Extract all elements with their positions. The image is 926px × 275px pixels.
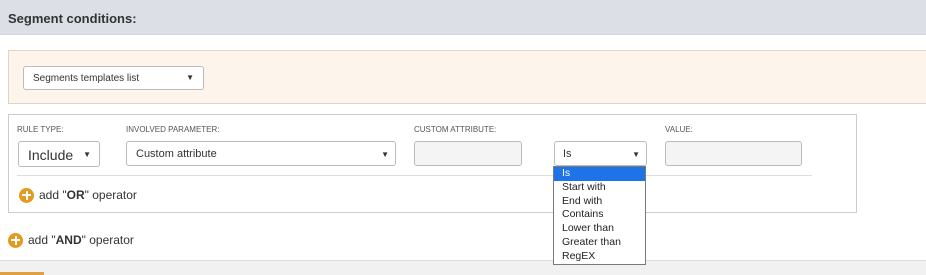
operator-select-value: Is [563, 148, 572, 160]
add-or-operator-button[interactable]: add "OR" operator [19, 186, 137, 204]
section-title: Segment conditions: [8, 11, 137, 26]
add-and-operator-label: add "AND" operator [28, 233, 134, 247]
rule-panel: RULE TYPE: INVOLVED PARAMETER: CUSTOM AT… [8, 114, 857, 213]
value-column-label: VALUE: [665, 125, 693, 134]
chevron-down-icon: ▼ [186, 73, 194, 82]
custom-attribute-column-label: CUSTOM ATTRIBUTE: [414, 125, 497, 134]
operator-dropdown-list: Is Start with End with Contains Lower th… [553, 166, 646, 265]
plus-circle-icon [19, 187, 34, 203]
operator-option[interactable]: Greater than [554, 236, 645, 250]
segments-templates-select[interactable]: Segments templates list ▼ [23, 66, 204, 90]
operator-option[interactable]: Lower than [554, 222, 645, 236]
chevron-down-icon: ▼ [83, 150, 91, 159]
involved-parameter-column-label: INVOLVED PARAMETER: [126, 125, 220, 134]
chevron-down-icon: ▼ [632, 150, 640, 159]
chevron-down-icon: ▼ [381, 150, 389, 159]
rule-type-select[interactable]: Include ▼ [18, 141, 100, 167]
custom-attribute-input[interactable] [414, 141, 522, 166]
rule-type-select-value: Include [28, 147, 74, 163]
segments-templates-select-label: Segments templates list [33, 73, 140, 84]
involved-parameter-select[interactable]: Custom attribute ▼ [126, 141, 396, 166]
operator-select[interactable]: Is ▼ [554, 141, 647, 166]
segment-conditions-header: Segment conditions: [0, 0, 926, 35]
value-input[interactable] [665, 141, 802, 166]
operator-option[interactable]: RegEX [554, 250, 645, 264]
operator-option[interactable]: Is [554, 167, 645, 181]
templates-panel: Segments templates list ▼ [8, 50, 926, 104]
rule-type-column-label: RULE TYPE: [17, 125, 64, 134]
divider [17, 175, 812, 176]
operator-option[interactable]: Start with [554, 181, 645, 195]
involved-parameter-select-value: Custom attribute [136, 148, 217, 160]
operator-option[interactable]: End with [554, 195, 645, 209]
add-and-operator-button[interactable]: add "AND" operator [8, 231, 134, 249]
add-or-operator-label: add "OR" operator [39, 188, 137, 202]
plus-circle-icon [8, 232, 23, 248]
operator-option[interactable]: Contains [554, 208, 645, 222]
footer-bar [0, 260, 926, 275]
